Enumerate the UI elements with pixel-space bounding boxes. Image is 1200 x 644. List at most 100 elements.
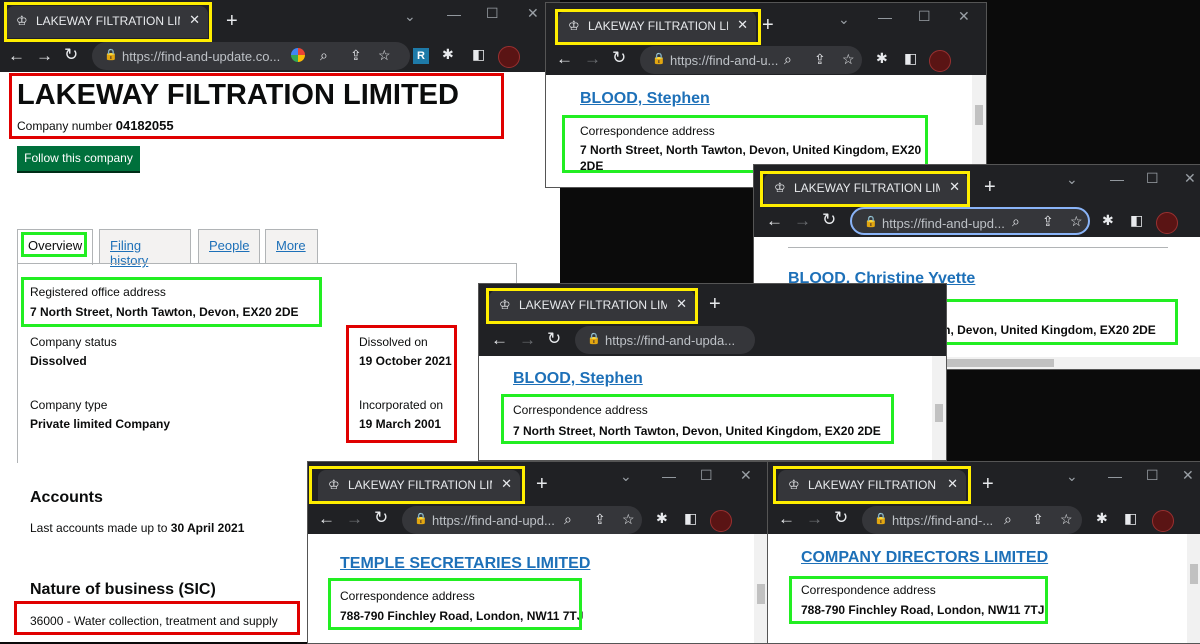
reload-icon[interactable]: ↻	[547, 329, 561, 349]
google-icon[interactable]	[291, 48, 305, 62]
address-bar[interactable]: 🔒 https://find-and-update.co...	[92, 42, 410, 70]
sidepanel-icon[interactable]: ◧	[472, 46, 485, 63]
forward-icon[interactable]: →	[584, 49, 601, 69]
extensions-icon[interactable]: ✱	[442, 46, 454, 63]
profile-avatar[interactable]	[498, 46, 520, 68]
profile-avatar[interactable]	[1156, 212, 1178, 234]
sidepanel-icon[interactable]: ◧	[1124, 510, 1137, 527]
bookmark-star-icon[interactable]: ☆	[378, 47, 391, 64]
extensions-icon[interactable]: ✱	[876, 50, 888, 67]
zoom-icon[interactable]: ⌕	[1012, 213, 1020, 230]
new-tab-icon[interactable]: +	[984, 176, 996, 199]
browser-tab[interactable]: ♔ LAKEWAY FILTRATION LIMITED ✕	[6, 6, 208, 38]
scrollbar-thumb[interactable]	[1190, 564, 1198, 584]
zoom-icon[interactable]: ⌕	[320, 47, 328, 64]
extensions-icon[interactable]: ✱	[656, 510, 668, 527]
close-window-icon[interactable]: ✕	[527, 5, 539, 22]
new-tab-icon[interactable]: +	[536, 473, 548, 496]
follow-company-button[interactable]: Follow this company	[17, 146, 140, 171]
minimize-icon[interactable]: —	[662, 468, 676, 484]
reload-icon[interactable]: ↻	[64, 45, 78, 65]
minimize-icon[interactable]: —	[447, 6, 461, 22]
maximize-icon[interactable]: ☐	[1146, 467, 1159, 484]
maximize-icon[interactable]: ☐	[1146, 170, 1159, 187]
share-icon[interactable]: ⇪	[350, 47, 362, 64]
close-window-icon[interactable]: ✕	[1184, 170, 1196, 187]
browser-tab[interactable]: ♔ LAKEWAY FILTRATION LIMITED ✕	[764, 173, 968, 205]
new-tab-icon[interactable]: +	[709, 293, 721, 316]
back-icon[interactable]: ←	[8, 46, 25, 66]
share-icon[interactable]: ⇪	[814, 51, 826, 68]
forward-icon[interactable]: →	[36, 46, 53, 66]
officer-name-link[interactable]: BLOOD, Stephen	[580, 90, 710, 108]
extensions-icon[interactable]: ✱	[1102, 212, 1114, 229]
back-icon[interactable]: ←	[556, 49, 573, 69]
scrollbar[interactable]	[932, 356, 946, 460]
minimize-icon[interactable]: —	[1110, 171, 1124, 187]
address-bar[interactable]: 🔒 https://find-and-...	[862, 506, 1082, 534]
extension-r-icon[interactable]: R	[413, 48, 429, 64]
back-icon[interactable]: ←	[491, 330, 508, 350]
bookmark-star-icon[interactable]: ☆	[622, 511, 635, 528]
bookmark-star-icon[interactable]: ☆	[1060, 511, 1073, 528]
maximize-icon[interactable]: ☐	[918, 8, 931, 25]
forward-icon[interactable]: →	[346, 509, 363, 529]
close-icon[interactable]: ✕	[737, 17, 748, 33]
sidepanel-icon[interactable]: ◧	[684, 510, 697, 527]
zoom-icon[interactable]: ⌕	[1004, 511, 1012, 528]
close-window-icon[interactable]: ✕	[740, 467, 752, 484]
forward-icon[interactable]: →	[794, 211, 811, 231]
tab-overview[interactable]: Overview	[17, 229, 93, 265]
chevron-down-icon[interactable]: ⌄	[1066, 468, 1078, 485]
close-window-icon[interactable]: ✕	[958, 8, 970, 25]
reload-icon[interactable]: ↻	[374, 508, 388, 528]
close-icon[interactable]: ✕	[189, 12, 200, 28]
new-tab-icon[interactable]: +	[982, 473, 994, 496]
forward-icon[interactable]: →	[519, 330, 536, 350]
address-bar[interactable]: 🔒 https://find-and-upda...	[575, 326, 755, 354]
zoom-icon[interactable]: ⌕	[564, 511, 572, 528]
minimize-icon[interactable]: —	[878, 9, 892, 25]
profile-avatar[interactable]	[929, 50, 951, 72]
bookmark-star-icon[interactable]: ☆	[842, 51, 855, 68]
scrollbar-thumb[interactable]	[935, 404, 943, 422]
close-window-icon[interactable]: ✕	[1182, 467, 1194, 484]
back-icon[interactable]: ←	[318, 509, 335, 529]
forward-icon[interactable]: →	[806, 509, 823, 529]
chevron-down-icon[interactable]: ⌄	[620, 468, 632, 485]
profile-avatar[interactable]	[1152, 510, 1174, 532]
share-icon[interactable]: ⇪	[1042, 213, 1054, 230]
sidepanel-icon[interactable]: ◧	[1130, 212, 1143, 229]
sidepanel-icon[interactable]: ◧	[904, 50, 917, 67]
new-tab-icon[interactable]: +	[762, 14, 774, 37]
extensions-icon[interactable]: ✱	[1096, 510, 1108, 527]
scrollbar-thumb[interactable]	[757, 584, 765, 604]
tab-filing-history[interactable]: Filing history	[99, 229, 191, 268]
bookmark-star-icon[interactable]: ☆	[1070, 213, 1083, 230]
zoom-icon[interactable]: ⌕	[784, 51, 792, 68]
tab-people[interactable]: People	[198, 229, 260, 263]
minimize-icon[interactable]: —	[1108, 468, 1122, 484]
back-icon[interactable]: ←	[766, 211, 783, 231]
scrollbar[interactable]	[1187, 534, 1200, 643]
close-icon[interactable]: ✕	[949, 179, 960, 195]
reload-icon[interactable]: ↻	[834, 508, 848, 528]
profile-avatar[interactable]	[710, 510, 732, 532]
close-icon[interactable]: ✕	[947, 476, 958, 492]
browser-tab[interactable]: ♔ LAKEWAY FILTRATION LIMITED ✕	[318, 470, 520, 502]
officer-name-link[interactable]: COMPANY DIRECTORS LIMITED	[801, 549, 1048, 567]
share-icon[interactable]: ⇪	[594, 511, 606, 528]
reload-icon[interactable]: ↻	[612, 48, 626, 68]
back-icon[interactable]: ←	[778, 509, 795, 529]
scrollbar-thumb[interactable]	[975, 105, 983, 125]
chevron-down-icon[interactable]: ⌄	[838, 11, 850, 28]
chevron-down-icon[interactable]: ⌄	[1066, 171, 1078, 188]
browser-tab[interactable]: ♔ LAKEWAY FILTRATION LIMITED ✕	[558, 11, 756, 43]
chevron-down-icon[interactable]: ⌄	[404, 8, 416, 25]
close-icon[interactable]: ✕	[501, 476, 512, 492]
browser-tab[interactable]: ♔ LAKEWAY FILTRATION LIMITED ✕	[778, 470, 966, 502]
officer-name-link[interactable]: BLOOD, Stephen	[513, 370, 643, 388]
browser-tab[interactable]: ♔ LAKEWAY FILTRATION LIMITED ✕	[489, 290, 695, 322]
officer-name-link[interactable]: TEMPLE SECRETARIES LIMITED	[340, 555, 590, 573]
address-bar[interactable]: 🔒 https://find-and-u...	[640, 46, 862, 74]
